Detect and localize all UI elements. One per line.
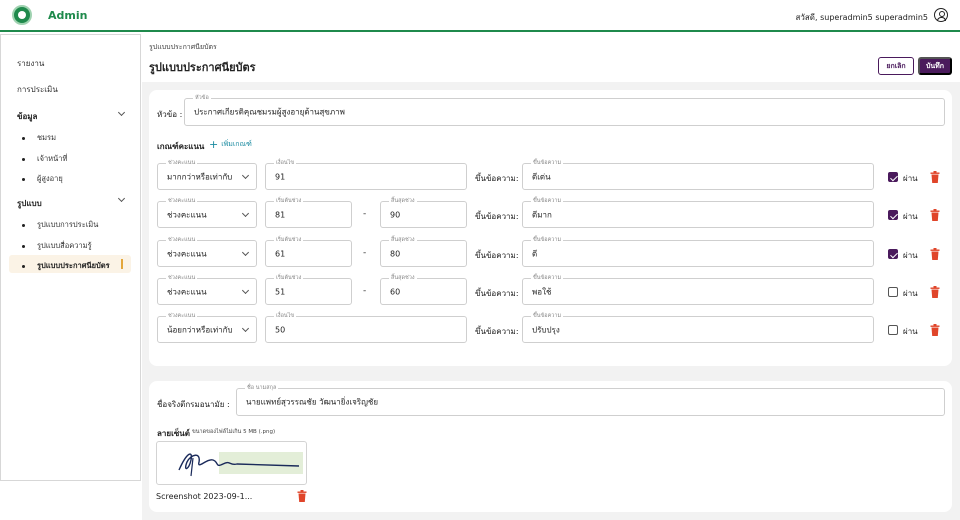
signature-title: ลายเซ็นต์: [157, 429, 190, 438]
range-separator: -: [363, 248, 367, 258]
condition-input[interactable]: เงื่อนไข 91: [265, 159, 467, 190]
message-input[interactable]: ขึ้นข้อความ ดีมาก: [522, 197, 874, 228]
pass-checkbox[interactable]: [888, 172, 898, 182]
signature-file-note: ขนาดของไฟล์ไม่เกิน 5 MB (.png): [192, 429, 276, 435]
range-start-input[interactable]: เริ่มต้นช่วง 61: [265, 236, 352, 267]
sidebar-group-data[interactable]: ข้อมูล: [17, 110, 37, 123]
message-input[interactable]: ขึ้นข้อความ ดีเด่น: [522, 159, 874, 190]
pass-checkbox[interactable]: [888, 249, 898, 259]
message-input[interactable]: ขึ้นข้อความ ปรับปรุง: [522, 312, 874, 343]
pass-label: ผ่าน: [903, 289, 918, 298]
trash-icon[interactable]: [930, 286, 940, 298]
pass-checkbox[interactable]: [888, 287, 898, 297]
user-account-icon[interactable]: [934, 8, 948, 22]
range-type-select[interactable]: ช่วงคะแนน ช่วงคะแนน: [157, 197, 257, 228]
page-title: รูปแบบประกาศนียบัตร: [149, 61, 256, 74]
criteria-title: เกณฑ์คะแนน: [157, 142, 205, 151]
sidebar-item-elderly[interactable]: ผู้สูงอายุ: [22, 173, 63, 185]
trash-icon[interactable]: [930, 248, 940, 260]
trash-icon[interactable]: [930, 324, 940, 336]
sidebar-item-certificate-template[interactable]: รูปแบบประกาศนียบัตร: [22, 260, 110, 272]
sidebar-item-reports[interactable]: รายงาน: [17, 57, 44, 70]
topic-label: หัวข้อ :: [157, 110, 183, 119]
message-input[interactable]: ขึ้นข้อความ พอใช้: [522, 274, 874, 305]
trash-icon[interactable]: [930, 209, 940, 221]
add-criteria-button[interactable]: + เพิ่มเกณฑ์: [209, 139, 252, 150]
sidebar-item-staff[interactable]: เจ้าหน้าที่: [22, 153, 67, 165]
ministry-logo-icon: [12, 5, 32, 25]
user-greeting: สวัสดี, superadmin5 superadmin5: [795, 13, 928, 22]
message-label: ขึ้นข้อความ:: [475, 174, 519, 183]
pass-label: ผ่าน: [903, 174, 918, 183]
range-type-select[interactable]: ช่วงคะแนน น้อยกว่าหรือเท่ากับ: [157, 312, 257, 343]
range-type-select[interactable]: ช่วงคะแนน ช่วงคะแนน: [157, 236, 257, 267]
pass-label: ผ่าน: [903, 327, 918, 336]
trash-icon[interactable]: [930, 171, 940, 183]
pass-checkbox[interactable]: [888, 210, 898, 220]
page-header: [142, 34, 960, 82]
chevron-down-icon: [241, 209, 250, 217]
pass-label: ผ่าน: [903, 212, 918, 221]
topic-input[interactable]: หัวข้อ ประกาศเกียรติคุณชมรมผู้สูงอายุด้า…: [184, 94, 945, 126]
trash-icon[interactable]: [297, 490, 307, 502]
message-label: ขึ้นข้อความ:: [475, 289, 519, 298]
breadcrumb[interactable]: รูปแบบประกาศนียบัตร: [149, 42, 217, 53]
sidebar-item-evaluation-template[interactable]: รูปแบบการประเมิน: [22, 219, 98, 231]
plus-icon: +: [209, 137, 219, 151]
chevron-down-icon: [241, 171, 250, 179]
cancel-button[interactable]: ยกเลิก: [878, 57, 914, 75]
message-input[interactable]: ขึ้นข้อความ ดี: [522, 236, 874, 267]
signature-preview[interactable]: [156, 441, 307, 485]
range-type-select[interactable]: ช่วงคะแนน มากกว่าหรือเท่ากับ: [157, 159, 257, 190]
chevron-down-icon: [241, 248, 250, 256]
sidebar-item-evaluation[interactable]: การประเมิน: [17, 83, 58, 96]
range-end-input[interactable]: สิ้นสุดช่วง 80: [380, 236, 467, 267]
sidebar-item-clubs[interactable]: ชมรม: [22, 132, 56, 144]
range-end-input[interactable]: สิ้นสุดช่วง 60: [380, 274, 467, 305]
chevron-down-icon: [241, 286, 250, 294]
condition-input[interactable]: เงื่อนไข 50: [265, 312, 467, 343]
message-label: ขึ้นข้อความ:: [475, 212, 519, 221]
save-button[interactable]: บันทึก: [918, 57, 952, 75]
range-end-input[interactable]: สิ้นสุดช่วง 90: [380, 197, 467, 228]
message-label: ขึ้นข้อความ:: [475, 251, 519, 260]
range-separator: -: [363, 286, 367, 296]
chevron-down-icon: [241, 324, 250, 332]
brand-title: Admin: [48, 8, 88, 22]
pass-checkbox[interactable]: [888, 325, 898, 335]
range-start-input[interactable]: เริ่มต้นช่วง 81: [265, 197, 352, 228]
signer-name-input[interactable]: ชื่อ นามสกุล นายแพทย์สุวรรณชัย วัฒนายิ่ง…: [236, 384, 945, 416]
sidebar-item-media-template[interactable]: รูปแบบสื่อความรู้: [22, 240, 92, 252]
range-separator: -: [363, 209, 367, 219]
sidebar-group-templates[interactable]: รูปแบบ: [17, 197, 42, 210]
range-start-input[interactable]: เริ่มต้นช่วง 51: [265, 274, 352, 305]
signature-image: [178, 452, 303, 477]
signer-label: ชื่อจริงตีกรมอนามัย :: [157, 400, 230, 409]
message-label: ขึ้นข้อความ:: [475, 327, 519, 336]
pass-label: ผ่าน: [903, 251, 918, 260]
signature-file-name: Screenshot 2023-09-1...: [156, 492, 253, 501]
range-type-select[interactable]: ช่วงคะแนน ช่วงคะแนน: [157, 274, 257, 305]
